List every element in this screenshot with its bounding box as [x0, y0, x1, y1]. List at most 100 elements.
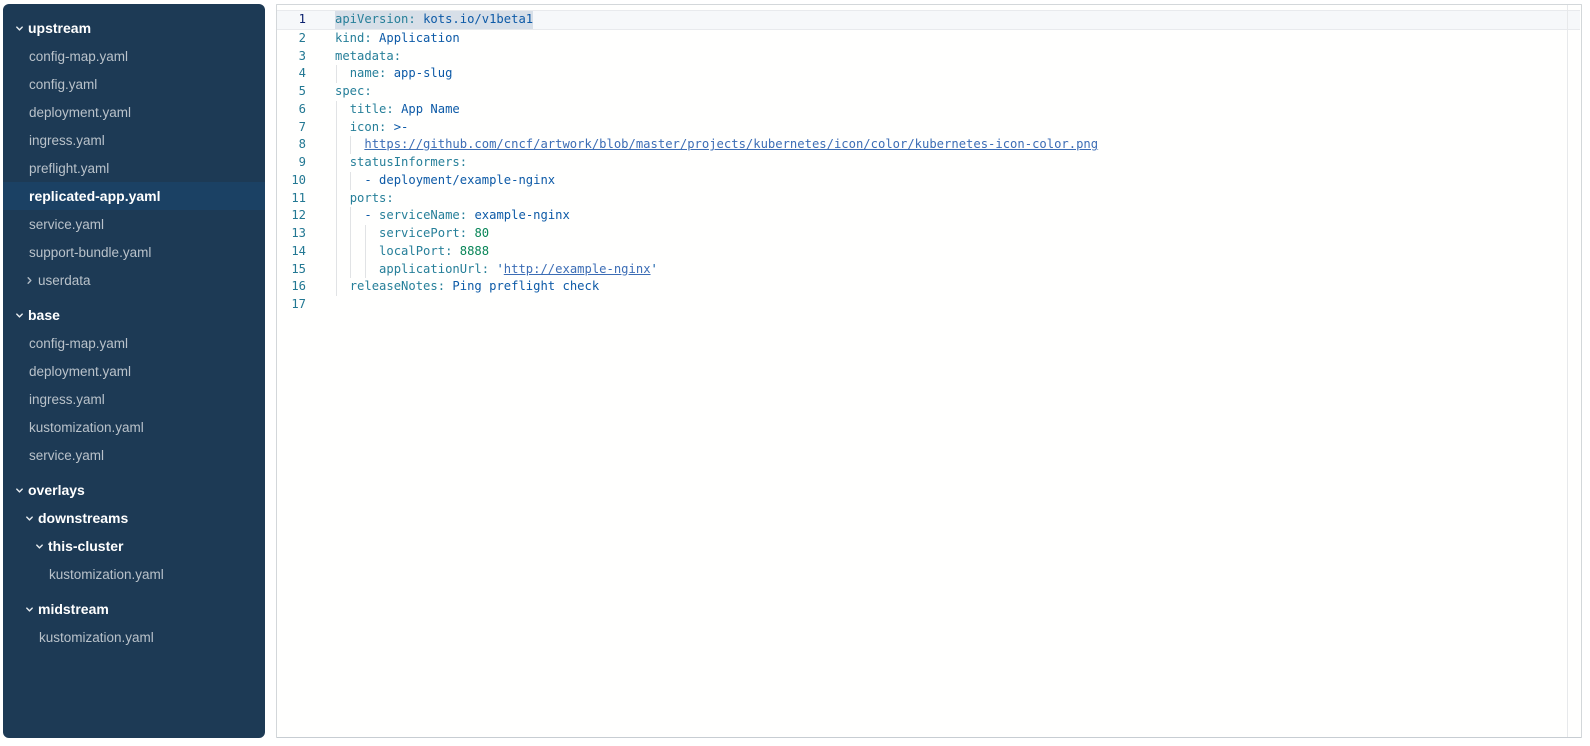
line-number: 8	[277, 136, 306, 154]
tree-file-config-yaml[interactable]: config.yaml	[3, 70, 265, 98]
tree-item-label: config.yaml	[29, 77, 97, 92]
code-text: https://github.com/cncf/artwork/blob/mas…	[335, 136, 1098, 154]
code-line[interactable]: 2kind: Application	[277, 30, 1580, 48]
tree-file-kustomization-yaml[interactable]: kustomization.yaml	[3, 560, 265, 588]
tree-item-label: ingress.yaml	[29, 133, 105, 148]
tree-folder-overlays[interactable]: overlays	[3, 476, 265, 504]
tree-item-label: midstream	[38, 601, 109, 617]
chevron-down-icon	[25, 514, 34, 523]
tree-folder-this-cluster[interactable]: this-cluster	[3, 532, 265, 560]
line-number: 11	[277, 190, 306, 208]
url-link[interactable]: https://github.com/cncf/artwork/blob/mas…	[364, 137, 1098, 151]
tree-file-service-yaml[interactable]: service.yaml	[3, 210, 265, 238]
code-text: servicePort: 80	[335, 225, 489, 243]
code-token: name:	[350, 66, 387, 80]
code-text: kind: Application	[335, 30, 460, 48]
chevron-down-icon	[15, 311, 24, 320]
code-token: App Name	[401, 102, 460, 116]
tree-folder-downstreams[interactable]: downstreams	[3, 504, 265, 532]
tree-file-preflight-yaml[interactable]: preflight.yaml	[3, 154, 265, 182]
code-line[interactable]: 16 releaseNotes: Ping preflight check	[277, 278, 1580, 296]
tree-item-label: overlays	[28, 482, 85, 498]
code-token: 8888	[460, 244, 489, 258]
code-line[interactable]: 1apiVersion: kots.io/v1beta1	[277, 10, 1580, 30]
code-text: applicationUrl: 'http://example-nginx'	[335, 261, 658, 279]
tree-item-label: service.yaml	[29, 448, 104, 463]
code-token	[386, 120, 393, 134]
tree-folder-userdata[interactable]: userdata	[3, 266, 265, 294]
code-line[interactable]: 12 - serviceName: example-nginx	[277, 207, 1580, 225]
code-token: kind:	[335, 31, 372, 45]
code-line[interactable]: 9 statusInformers:	[277, 154, 1580, 172]
code-token	[335, 279, 350, 293]
code-token: ports:	[350, 191, 394, 205]
code-token: apiVersion:	[335, 12, 416, 26]
code-line[interactable]: 14 localPort: 8888	[277, 243, 1580, 261]
code-token	[335, 66, 350, 80]
tree-item-label: support-bundle.yaml	[29, 245, 151, 260]
code-token	[335, 191, 350, 205]
line-number: 12	[277, 207, 306, 225]
code-token: '	[651, 262, 658, 276]
code-token	[335, 137, 364, 151]
tree-file-deployment-yaml[interactable]: deployment.yaml	[3, 357, 265, 385]
code-token: Ping preflight check	[452, 279, 599, 293]
code-line[interactable]: 11 ports:	[277, 190, 1580, 208]
tree-item-label: config-map.yaml	[29, 49, 128, 64]
code-text: title: App Name	[335, 101, 460, 119]
url-link[interactable]: http://example-nginx	[504, 262, 651, 276]
code-line[interactable]: 3metadata:	[277, 48, 1580, 66]
tree-item-label: userdata	[38, 273, 91, 288]
tree-item-label: upstream	[28, 20, 91, 36]
code-line[interactable]: 4 name: app-slug	[277, 65, 1580, 83]
scrollbar-rail[interactable]	[1567, 5, 1568, 737]
tree-file-ingress-yaml[interactable]: ingress.yaml	[3, 126, 265, 154]
tree-file-kustomization-yaml[interactable]: kustomization.yaml	[3, 623, 265, 651]
code-line[interactable]: 6 title: App Name	[277, 101, 1580, 119]
code-text: statusInformers:	[335, 154, 467, 172]
code-token: serviceName:	[379, 208, 467, 222]
line-number: 7	[277, 119, 306, 137]
tree-file-kustomization-yaml[interactable]: kustomization.yaml	[3, 413, 265, 441]
code-line[interactable]: 7 icon: >-	[277, 119, 1580, 137]
tree-folder-midstream[interactable]: midstream	[3, 595, 265, 623]
chevron-right-icon	[25, 276, 34, 285]
code-line[interactable]: 10 - deployment/example-nginx	[277, 172, 1580, 190]
code-line[interactable]: 17	[277, 296, 1580, 314]
code-token	[372, 31, 379, 45]
file-tree-sidebar: upstream config-map.yaml config.yaml deploy…	[3, 4, 265, 738]
code-token	[394, 102, 401, 116]
code-token: Application	[379, 31, 460, 45]
tree-folder-upstream[interactable]: upstream	[3, 14, 265, 42]
chevron-down-icon	[25, 605, 34, 614]
tree-file-deployment-yaml[interactable]: deployment.yaml	[3, 98, 265, 126]
tree-item-label: deployment.yaml	[29, 105, 131, 120]
code-text: spec:	[335, 83, 372, 101]
tree-file-config-map-yaml[interactable]: config-map.yaml	[3, 329, 265, 357]
code-line[interactable]: 13 servicePort: 80	[277, 225, 1580, 243]
code-token	[335, 173, 364, 187]
tree-file-service-yaml[interactable]: service.yaml	[3, 441, 265, 469]
tree-file-replicated-app-yaml[interactable]: replicated-app.yaml	[3, 182, 265, 210]
code-token	[335, 244, 379, 258]
tree-item-label: this-cluster	[48, 538, 123, 554]
tree-item-label: config-map.yaml	[29, 336, 128, 351]
app-root: upstream config-map.yaml config.yaml deploy…	[0, 0, 1590, 746]
code-token: -	[364, 208, 379, 222]
code-line[interactable]: 15 applicationUrl: 'http://example-nginx…	[277, 261, 1580, 279]
yaml-editor: 1apiVersion: kots.io/v1beta12kind: Appli…	[276, 4, 1582, 738]
code-area[interactable]: 1apiVersion: kots.io/v1beta12kind: Appli…	[277, 11, 1580, 314]
tree-item-label: service.yaml	[29, 217, 104, 232]
tree-file-config-map-yaml[interactable]: config-map.yaml	[3, 42, 265, 70]
tree-file-support-bundle-yaml[interactable]: support-bundle.yaml	[3, 238, 265, 266]
tree-item-label: kustomization.yaml	[49, 567, 164, 582]
line-number: 6	[277, 101, 306, 119]
line-number: 4	[277, 65, 306, 83]
code-line[interactable]: 5spec:	[277, 83, 1580, 101]
code-token: >-	[394, 120, 409, 134]
code-text: name: app-slug	[335, 65, 452, 83]
tree-item-label: deployment.yaml	[29, 364, 131, 379]
tree-file-ingress-yaml[interactable]: ingress.yaml	[3, 385, 265, 413]
code-line[interactable]: 8 https://github.com/cncf/artwork/blob/m…	[277, 136, 1580, 154]
tree-folder-base[interactable]: base	[3, 301, 265, 329]
